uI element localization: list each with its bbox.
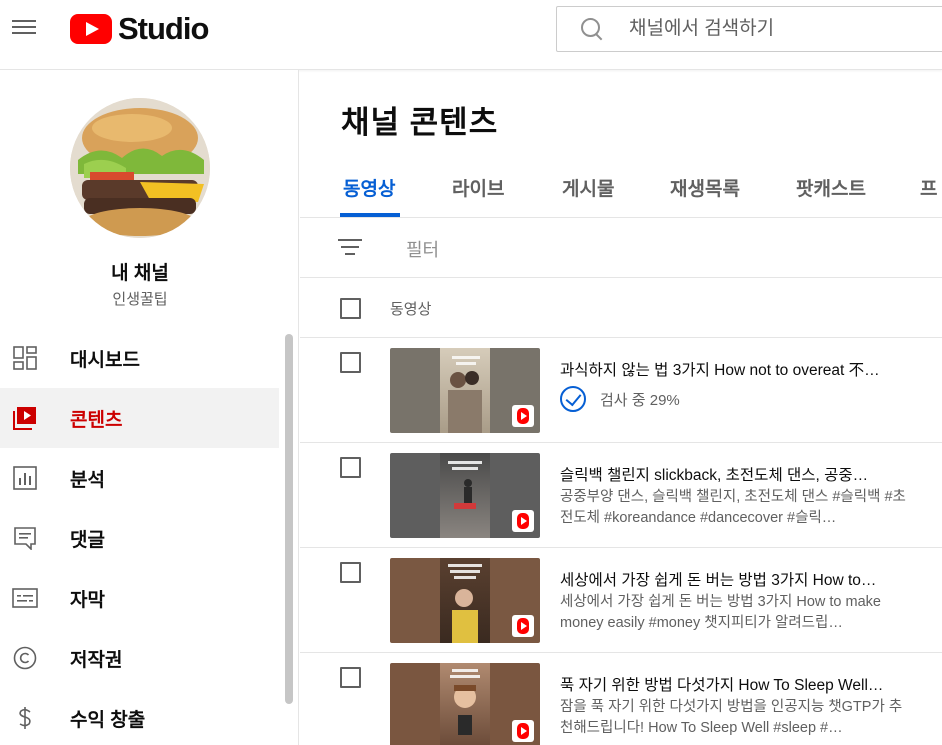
row-checkbox[interactable] (340, 562, 361, 583)
video-description: 공중부양 댄스, 슬릭백 챌린지, 초전도체 댄스 #슬릭백 #초전도체 #ko… (560, 489, 906, 526)
search-box[interactable] (556, 6, 942, 52)
row-checkbox[interactable] (340, 667, 361, 688)
video-title[interactable]: 슬릭백 챌린지 slickback, 초전도체 댄스, 공중… (560, 463, 910, 485)
sidebar: 내 채널 인생꿀팁 대시보드 콘텐츠 분석 댓글 자막 저작권 수익 창출 (0, 70, 299, 745)
sidebar-item-label: 분석 (70, 469, 105, 491)
sidebar-item-analytics[interactable]: 분석 (0, 448, 279, 508)
sidebar-item-label: 자막 (70, 589, 105, 611)
table-header: 동영상 (300, 278, 942, 338)
top-bar: Studio (0, 0, 942, 70)
thumbnail-image (440, 348, 490, 433)
thumbnail-image (440, 663, 490, 745)
table-row[interactable]: 푹 자기 위한 방법 다섯가지 How To Sleep Well… 잠을 푹 … (300, 653, 942, 745)
analytics-icon (12, 465, 38, 491)
video-thumbnail[interactable] (390, 663, 540, 745)
channel-name: 내 채널 (111, 263, 169, 284)
row-checkbox[interactable] (340, 457, 361, 478)
copyright-icon (12, 645, 38, 671)
tab-playlists[interactable]: 재생목록 (670, 158, 740, 217)
filter-icon[interactable] (338, 239, 362, 259)
dashboard-icon (12, 345, 38, 371)
sidebar-nav: 대시보드 콘텐츠 분석 댓글 자막 저작권 수익 창출 (0, 328, 279, 745)
subtitles-icon (12, 585, 38, 611)
thumbnail-image (440, 453, 490, 538)
channel-avatar[interactable] (70, 98, 210, 238)
table-row[interactable]: 세상에서 가장 쉽게 돈 버는 방법 3가지 How to… 세상에서 가장 쉽… (300, 548, 942, 653)
tab-promotions[interactable]: 프 (920, 158, 937, 217)
search-icon[interactable] (579, 16, 605, 42)
comments-icon (12, 525, 38, 551)
logo-text: Studio (118, 11, 209, 46)
tab-live[interactable]: 라이브 (452, 158, 504, 217)
sidebar-item-label: 수익 창출 (70, 709, 146, 731)
video-description: 잠을 푹 자기 위한 다섯가지 방법을 인공지능 챗GTP가 추천해드립니다! … (560, 699, 903, 736)
sidebar-item-subtitles[interactable]: 자막 (0, 568, 279, 628)
filter-input[interactable]: 필터 (406, 236, 439, 262)
video-title[interactable]: 과식하지 않는 법 3가지 How not to overeat 不… (560, 358, 910, 380)
shorts-icon (512, 405, 534, 427)
video-title[interactable]: 푹 자기 위한 방법 다섯가지 How To Sleep Well… (560, 673, 910, 695)
hamburger-menu-icon[interactable] (12, 16, 38, 42)
content-tabs: 동영상 라이브 게시물 재생목록 팟캐스트 프 (300, 158, 942, 218)
shorts-icon (512, 615, 534, 637)
sidebar-item-label: 대시보드 (70, 349, 140, 371)
tab-podcasts[interactable]: 팟캐스트 (796, 158, 866, 217)
active-tab-indicator (340, 213, 400, 217)
main-content: 채널 콘텐츠 동영상 라이브 게시물 재생목록 팟캐스트 프 필터 동영상 과식… (300, 70, 942, 745)
sidebar-item-content[interactable]: 콘텐츠 (0, 388, 279, 448)
shorts-icon (512, 510, 534, 532)
video-thumbnail[interactable] (390, 348, 540, 433)
sidebar-item-label: 저작권 (70, 649, 123, 671)
check-circle-icon (560, 386, 586, 412)
video-title[interactable]: 세상에서 가장 쉽게 돈 버는 방법 3가지 How to… (560, 568, 910, 590)
video-thumbnail[interactable] (390, 558, 540, 643)
video-description: 세상에서 가장 쉽게 돈 버는 방법 3가지 How to make money… (560, 594, 881, 631)
sidebar-item-copyright[interactable]: 저작권 (0, 628, 279, 688)
table-row[interactable]: 슬릭백 챌린지 slickback, 초전도체 댄스, 공중… 공중부양 댄스,… (300, 443, 942, 548)
table-row[interactable]: 과식하지 않는 법 3가지 How not to overeat 不… 검사 중… (300, 338, 942, 443)
status-text: 검사 중 29% (600, 391, 680, 409)
studio-logo[interactable]: Studio (70, 11, 209, 46)
sidebar-item-monetization[interactable]: 수익 창출 (0, 688, 279, 745)
tab-videos[interactable]: 동영상 (343, 158, 395, 217)
video-thumbnail[interactable] (390, 453, 540, 538)
select-all-checkbox[interactable] (340, 298, 361, 319)
content-icon (12, 405, 38, 431)
shorts-icon (512, 720, 534, 742)
row-checkbox[interactable] (340, 352, 361, 373)
processing-status: 검사 중 29% (560, 386, 680, 412)
column-header-video: 동영상 (390, 301, 432, 318)
filter-bar: 필터 (300, 218, 942, 278)
page-title: 채널 콘텐츠 (341, 105, 499, 140)
youtube-logo-icon (70, 14, 112, 44)
monetization-icon (12, 705, 38, 731)
channel-handle: 인생꿀팁 (112, 291, 168, 308)
sidebar-item-comments[interactable]: 댓글 (0, 508, 279, 568)
thumbnail-image (440, 558, 490, 643)
sidebar-item-label: 댓글 (70, 529, 105, 551)
sidebar-scrollbar[interactable] (285, 334, 293, 704)
sidebar-item-dashboard[interactable]: 대시보드 (0, 328, 279, 388)
search-input[interactable] (629, 18, 929, 40)
tab-posts[interactable]: 게시물 (562, 158, 614, 217)
sidebar-item-label: 콘텐츠 (70, 409, 123, 431)
